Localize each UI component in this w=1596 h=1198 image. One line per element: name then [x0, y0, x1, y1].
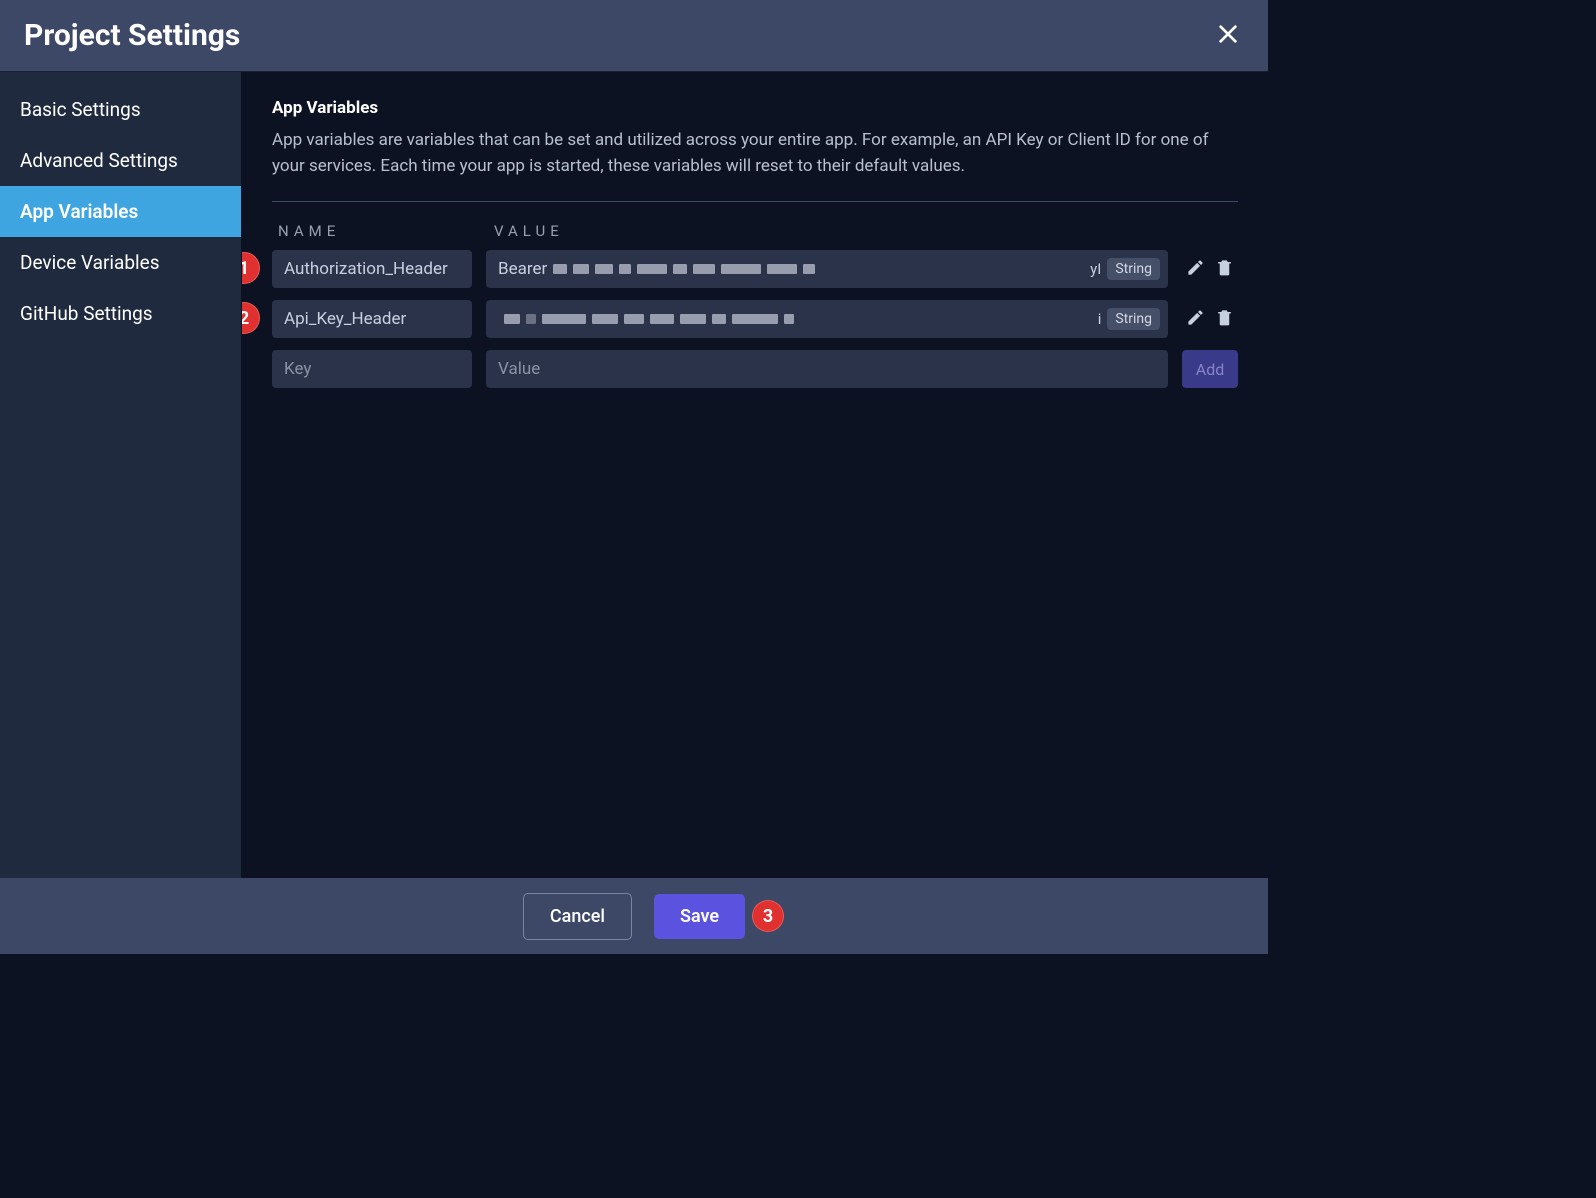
- column-header-name: NAME: [272, 222, 472, 240]
- sidebar-item-label: GitHub Settings: [20, 302, 153, 325]
- new-key-input[interactable]: [272, 350, 472, 388]
- sidebar-item-label: App Variables: [20, 200, 138, 223]
- dialog-title: Project Settings: [24, 18, 240, 53]
- type-badge: String: [1107, 258, 1160, 280]
- pencil-icon: [1186, 308, 1205, 331]
- variable-row: 2 i String: [272, 300, 1238, 338]
- pencil-icon: [1186, 258, 1205, 281]
- new-value-input[interactable]: [486, 350, 1168, 388]
- annotation-badge-1: 1: [242, 252, 260, 284]
- cancel-button[interactable]: Cancel: [523, 893, 632, 940]
- value-prefix: Bearer: [498, 259, 547, 279]
- save-button[interactable]: Save: [654, 894, 745, 939]
- variable-name-input[interactable]: [272, 300, 472, 338]
- edit-button[interactable]: [1186, 308, 1205, 331]
- annotation-badge-3: 3: [752, 900, 784, 932]
- sidebar-item-label: Basic Settings: [20, 98, 141, 121]
- edit-button[interactable]: [1186, 258, 1205, 281]
- row-actions: [1182, 258, 1238, 281]
- new-variable-row: Add: [272, 350, 1238, 388]
- variable-row: 1 Bearer yI String: [272, 250, 1238, 288]
- table-header: NAME VALUE: [272, 222, 1238, 240]
- close-icon: [1217, 23, 1239, 49]
- section-title: App Variables: [272, 98, 1238, 118]
- sidebar-item-advanced-settings[interactable]: Advanced Settings: [0, 135, 241, 186]
- divider: [272, 201, 1238, 202]
- sidebar-item-label: Device Variables: [20, 251, 160, 274]
- row-actions: [1182, 308, 1238, 331]
- trash-icon: [1215, 308, 1234, 331]
- variable-value-display[interactable]: i String: [486, 300, 1168, 338]
- sidebar-item-device-variables[interactable]: Device Variables: [0, 237, 241, 288]
- dialog-header: Project Settings: [0, 0, 1268, 72]
- sidebar-item-label: Advanced Settings: [20, 149, 178, 172]
- variable-value-display[interactable]: Bearer yI String: [486, 250, 1168, 288]
- delete-button[interactable]: [1215, 308, 1234, 331]
- sidebar-item-app-variables[interactable]: App Variables: [0, 186, 241, 237]
- delete-button[interactable]: [1215, 258, 1234, 281]
- column-header-value: VALUE: [488, 222, 1166, 240]
- add-button[interactable]: Add: [1182, 350, 1238, 388]
- annotation-badge-2: 2: [242, 302, 260, 334]
- sidebar-item-github-settings[interactable]: GitHub Settings: [0, 288, 241, 339]
- trash-icon: [1215, 258, 1234, 281]
- section-description: App variables are variables that can be …: [272, 128, 1238, 179]
- value-tail: yI: [1090, 260, 1101, 278]
- dialog-footer: Cancel Save 3: [0, 878, 1268, 954]
- main-panel: App Variables App variables are variable…: [242, 72, 1268, 878]
- settings-sidebar: Basic Settings Advanced Settings App Var…: [0, 72, 242, 878]
- redacted-value: [553, 264, 1086, 274]
- type-badge: String: [1107, 308, 1160, 330]
- redacted-value: [504, 314, 1094, 324]
- variable-name-input[interactable]: [272, 250, 472, 288]
- sidebar-item-basic-settings[interactable]: Basic Settings: [0, 84, 241, 135]
- value-tail: i: [1098, 310, 1102, 328]
- close-button[interactable]: [1212, 20, 1244, 52]
